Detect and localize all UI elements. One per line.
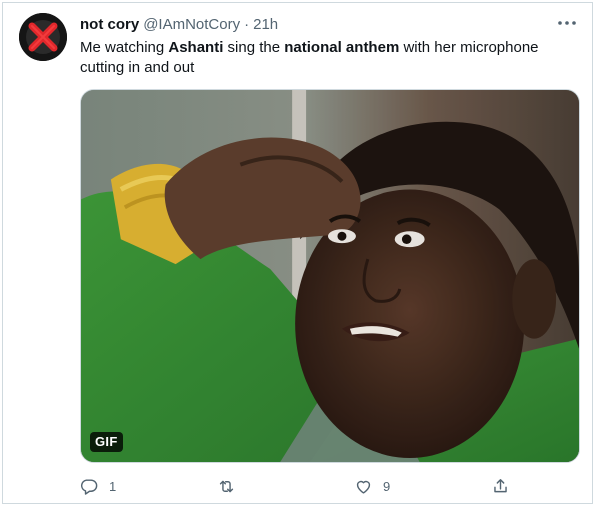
heart-icon (356, 480, 371, 494)
author-handle[interactable]: @IAmNotCory (143, 16, 240, 33)
gif-media[interactable]: GIF (80, 89, 580, 463)
tweet-card[interactable]: not cory @IAmNotCory · 21h Me watching A… (2, 2, 593, 504)
timestamp[interactable]: 21h (253, 16, 278, 33)
retweet-button[interactable] (217, 477, 256, 496)
reply-button[interactable]: 1 (80, 477, 119, 496)
red-x-icon (19, 13, 67, 61)
tweet-text-part: sing the (223, 39, 285, 56)
author-name[interactable]: not cory (80, 16, 139, 33)
more-options-button[interactable] (556, 15, 578, 31)
like-count: 9 (383, 478, 391, 494)
tweet-actions: 1 9 (80, 475, 510, 497)
tweet-header: not cory @IAmNotCory · 21h (80, 14, 278, 34)
share-button[interactable] (491, 477, 510, 496)
avatar[interactable] (19, 13, 67, 61)
like-button[interactable]: 9 (354, 477, 393, 496)
separator-dot: · (244, 15, 250, 33)
gif-image (81, 90, 579, 462)
tweet-text-part: Me watching (80, 39, 169, 56)
retweet-icon (219, 480, 234, 492)
gif-badge[interactable]: GIF (90, 432, 123, 452)
tweet-text-bold-anthem: national anthem (284, 39, 400, 56)
more-options-icon (558, 21, 576, 25)
tweet-text-bold-name: Ashanti (168, 39, 224, 56)
reply-count: 1 (109, 478, 117, 494)
tweet-text: Me watching Ashanti sing the national an… (80, 38, 560, 78)
share-icon (494, 478, 507, 492)
reply-icon (80, 478, 98, 495)
